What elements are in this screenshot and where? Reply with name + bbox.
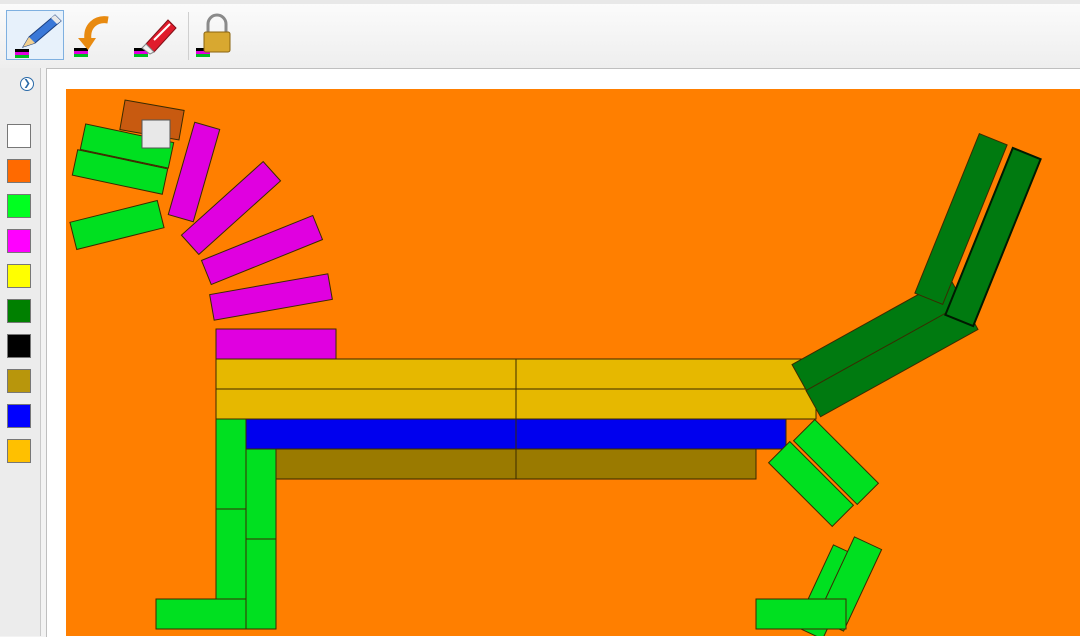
body-gold-block-4 [515,388,817,420]
toolbar-separator [188,12,189,60]
body-gold-block-3 [215,388,517,420]
swatch-orange[interactable] [7,159,31,183]
swatch-yellow[interactable] [7,264,31,288]
eye-white-block [141,119,171,149]
body-blue-block-1 [245,418,517,450]
body-gold-block-1 [215,358,517,390]
swatch-white[interactable] [7,124,31,148]
neck-magenta-block-4 [209,273,333,321]
undo-arrow-icon [74,16,109,57]
drawing-canvas[interactable] [66,89,1080,636]
pencil-icon [15,14,62,58]
padlock-icon [196,13,231,57]
undo-tool-button[interactable] [66,10,124,60]
body-olive-block-2 [515,448,757,480]
swatch-black[interactable] [7,334,31,358]
eraser-icon [134,19,177,57]
block-drawing [69,99,1042,636]
swatch-olive[interactable] [7,369,31,393]
front-leg-block-3 [245,448,277,540]
front-leg-block-2 [215,508,247,600]
swatch-green[interactable] [7,194,31,218]
front-leg-block-1 [215,418,247,510]
color-palette-sidebar: ❯ [0,68,41,636]
body-olive-block-1 [275,448,517,480]
eraser-tool-button[interactable] [126,10,184,60]
swatch-dark-green[interactable] [7,299,31,323]
pencil-tool-button[interactable] [6,10,64,60]
lock-tool-button[interactable] [190,10,248,60]
body-blue-block-2 [515,418,787,450]
neck-magenta-block-5 [215,328,337,360]
front-leg-block-4 [245,538,277,630]
front-foot-block [155,598,247,630]
body-gold-block-2 [515,358,817,390]
swatch-magenta[interactable] [7,229,31,253]
chevron-right-icon[interactable]: ❯ [20,77,34,91]
toolbar [0,0,1080,68]
swatch-gold[interactable] [7,439,31,463]
swatch-blue[interactable] [7,404,31,428]
jaw-green-block [69,199,165,251]
back-foot-block [755,598,847,630]
